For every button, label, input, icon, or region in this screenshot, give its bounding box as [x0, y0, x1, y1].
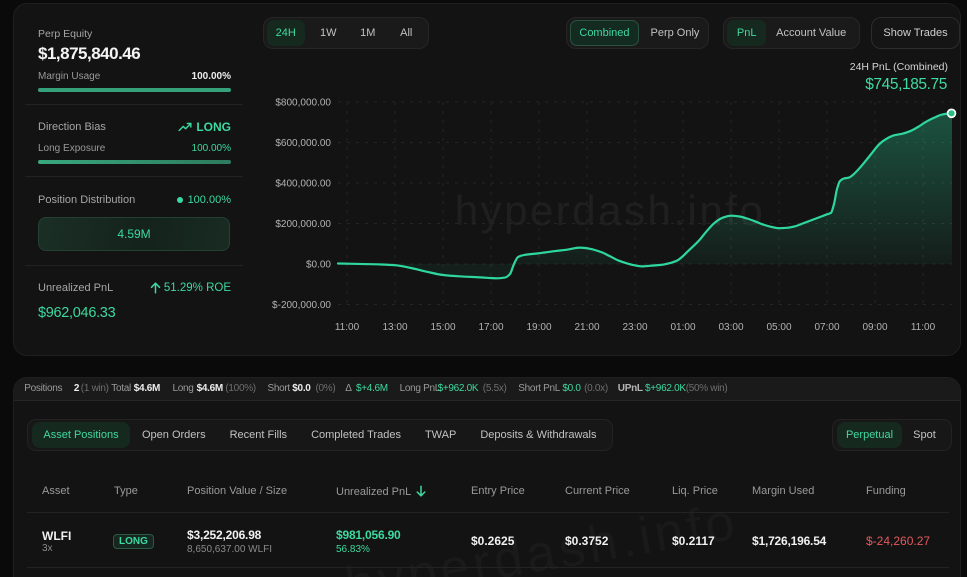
svg-text:$600,000.00: $600,000.00 — [275, 138, 331, 149]
svg-text:$200,000.00: $200,000.00 — [275, 219, 331, 230]
svg-text:07:00: 07:00 — [814, 322, 839, 333]
svg-text:11:00: 11:00 — [335, 322, 360, 333]
svg-text:19:00: 19:00 — [526, 322, 551, 333]
svg-text:03:00: 03:00 — [718, 322, 743, 333]
svg-text:05:00: 05:00 — [766, 322, 791, 333]
svg-text:01:00: 01:00 — [670, 322, 695, 333]
svg-text:13:00: 13:00 — [382, 322, 407, 333]
svg-text:23:00: 23:00 — [622, 322, 647, 333]
svg-text:$745,185.75: $745,185.75 — [865, 76, 947, 93]
svg-text:17:00: 17:00 — [478, 322, 503, 333]
svg-text:24H PnL (Combined): 24H PnL (Combined) — [850, 61, 948, 73]
svg-text:21:00: 21:00 — [574, 322, 599, 333]
svg-text:09:00: 09:00 — [862, 322, 887, 333]
svg-text:$800,000.00: $800,000.00 — [275, 98, 331, 109]
svg-text:$400,000.00: $400,000.00 — [275, 179, 331, 190]
svg-text:11:00: 11:00 — [911, 322, 936, 333]
svg-text:$-200,000.00: $-200,000.00 — [272, 300, 331, 311]
svg-text:15:00: 15:00 — [430, 322, 455, 333]
svg-text:$0.00: $0.00 — [306, 260, 331, 271]
